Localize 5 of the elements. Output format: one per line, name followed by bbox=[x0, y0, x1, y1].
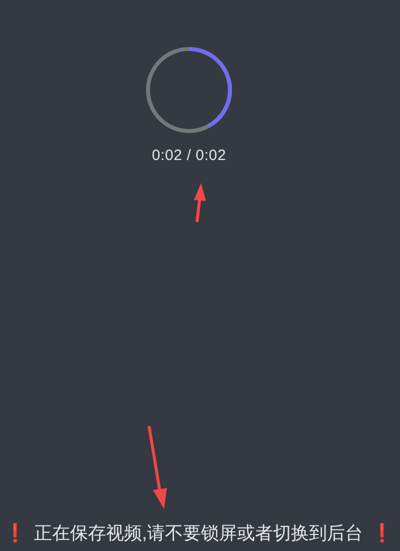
time-label: 0:02 / 0:02 bbox=[152, 146, 226, 166]
warning-message: 正在保存视频,请不要锁屏或者切换到后台 bbox=[34, 522, 364, 545]
warning-icon: ❗ bbox=[4, 520, 26, 547]
warning-icon: ❗ bbox=[371, 520, 394, 547]
arrow-annotation bbox=[194, 183, 206, 222]
